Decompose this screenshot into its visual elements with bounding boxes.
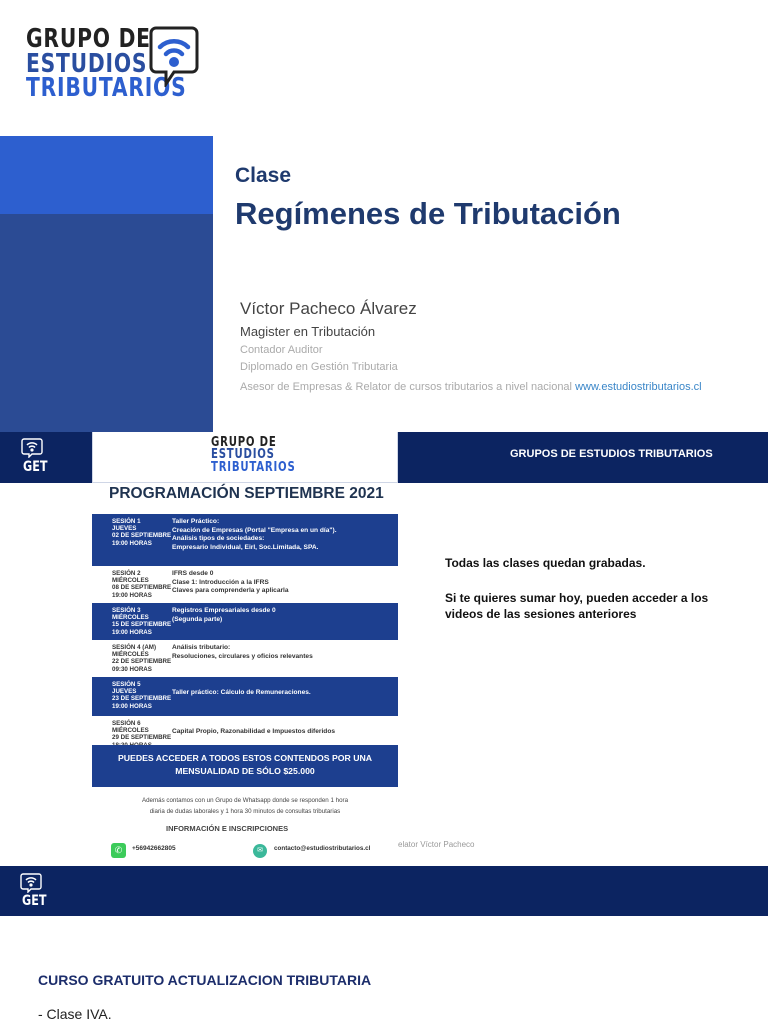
session-date-line: 19:00 HORAS xyxy=(112,702,152,710)
website-link[interactable]: www.estudiostributarios.cl xyxy=(575,381,702,393)
session-topic-line: (Segunda parte) xyxy=(172,615,223,623)
session-topic-line: Taller práctico: Cálculo de Remuneracion… xyxy=(172,689,311,696)
session-row: SESIÓN 4 (AM) MIÉRCOLES 22 DE SEPTIEMBRE 09… xyxy=(92,640,398,677)
session-topic-line: Empresario Individual, Eirl, Soc.Limitad… xyxy=(172,543,319,551)
session-topic: Análisis tributario: Resoluciones, circul… xyxy=(172,644,398,677)
session-row: SESIÓN 2 MIÉRCOLES 08 DE SEPTIEMBRE 19:00 H… xyxy=(92,566,398,603)
session-topic: IFRS desde 0 Clase 1: Introducción a la I… xyxy=(172,570,398,603)
schedule-poster: GRUPO DE ESTUDIOS TRIBUTARIOS PROGRAMACI… xyxy=(92,432,398,865)
session-date-line: SESIÓN 1 xyxy=(112,518,141,525)
info-title: INFORMACIÓN E INSCRIPCIONES xyxy=(166,824,289,833)
session-date-line: 23 DE SEPTIEMBRE xyxy=(112,695,172,703)
poster-info: Además contamos con un Grupo de Whatsapp… xyxy=(92,795,398,817)
session-date-line: 15 DE SEPTIEMBRE xyxy=(112,621,172,629)
session-date-line: JUEVES xyxy=(112,688,137,696)
poster-title: PROGRAMACIÓN SEPTIEMBRE 2021 xyxy=(109,485,384,502)
session-row: SESIÓN 6MIÉRCOLES29 DE SEPTIEMBRE18:30 H… xyxy=(92,716,398,749)
session-date: SESIÓN 5 JUEVES 23 DE SEPTIEMBRE 19:00 HORA… xyxy=(92,681,172,716)
session-date-line: SESIÓN 5 xyxy=(112,681,141,688)
session-topic: Taller Práctico: Creación de Empresas (P… xyxy=(172,518,398,566)
get-logo-text: GET xyxy=(23,459,48,475)
session-date-line: MIÉRCOLES xyxy=(112,727,149,735)
brand-logo: GRUPO DE ESTUDIOS TRIBUTARIOS xyxy=(26,26,206,122)
session-row: SESIÓN 5 JUEVES 23 DE SEPTIEMBRE 19:00 HORA… xyxy=(92,677,398,716)
session-topic-line: Claves para comprenderla y aplicarla xyxy=(172,587,289,594)
session-date-line: MIÉRCOLES xyxy=(112,577,149,585)
wifi-chat-icon xyxy=(20,873,42,893)
join-note: Si te quieres sumar hoy, pueden acceder … xyxy=(445,591,709,621)
session-topic: Registros Empresariales desde 0 (Segunda … xyxy=(172,607,398,640)
session-row: SESIÓN 3 MIÉRCOLES 15 DE SEPTIEMBRE 19:00 H… xyxy=(92,603,398,640)
banner-line2: MENSUALIDAD DE SÓLO $25.000 xyxy=(175,766,315,776)
session-topic: Taller práctico: Cálculo de Remuneracion… xyxy=(172,681,398,716)
author-title: Contador Auditor xyxy=(240,344,323,356)
accent-band-dark xyxy=(0,214,213,432)
author-bio: Asesor de Empresas & Relator de cursos t… xyxy=(240,381,702,393)
author-degree: Magister en Tributación xyxy=(240,324,376,339)
session-topic-line: Capital Propio, Razonabilidad e Impuesto… xyxy=(172,728,336,735)
session-topic-line: Taller Práctico: xyxy=(172,518,220,525)
slide3-header-bar: GET xyxy=(0,866,768,916)
info-line2: diaria de dudas laborales y 1 hora 30 mi… xyxy=(149,808,341,815)
info-line1: Además contamos con un Grupo de Whatsapp… xyxy=(141,797,349,804)
get-logo-block: GET xyxy=(0,432,92,483)
session-date-line: 19:00 HORAS xyxy=(112,539,152,547)
footer-text: elator Víctor Pacheco xyxy=(398,840,475,849)
poster-logo-line3: TRIBUTARIOS xyxy=(211,459,296,475)
author-name: Víctor Pacheco Álvarez xyxy=(240,299,417,318)
get-logo-text: GET xyxy=(22,893,47,909)
session-date-line: JUEVES xyxy=(112,525,137,533)
session-date-line: MIÉRCOLES xyxy=(112,614,149,622)
course-item: - Clase IVA. xyxy=(38,1006,112,1022)
course-heading: CURSO GRATUITO ACTUALIZACION TRIBUTARIA xyxy=(38,972,372,988)
session-date-line: 08 DE SEPTIEMBRE xyxy=(112,584,172,592)
session-date: SESIÓN 2 MIÉRCOLES 08 DE SEPTIEMBRE 19:00 H… xyxy=(92,570,172,603)
session-date: SESIÓN 3 MIÉRCOLES 15 DE SEPTIEMBRE 19:00 H… xyxy=(92,607,172,640)
session-topic-line: Registros Empresariales desde 0 xyxy=(172,607,276,614)
session-date: SESIÓN 6MIÉRCOLES29 DE SEPTIEMBRE18:30 H… xyxy=(92,720,172,749)
author-diploma: Diplomado en Gestión Tributaria xyxy=(240,361,398,373)
whatsapp-icon: ✆ xyxy=(111,843,126,858)
session-row: SESIÓN 1 JUEVES 02 DE SEPTIEMBRE 19:00 HORA… xyxy=(92,514,398,566)
session-topic: Capital Propio, Razonabilidad e Impuesto… xyxy=(172,720,398,745)
header-title: GRUPOS DE ESTUDIOS TRIBUTARIOS xyxy=(510,448,713,460)
session-topic-line: Resoluciones, circulares y oficios relev… xyxy=(172,652,313,660)
email-icon: ✉ xyxy=(253,844,267,858)
session-date: SESIÓN 1 JUEVES 02 DE SEPTIEMBRE 19:00 HORA… xyxy=(92,518,172,566)
session-topic-line: IFRS desde 0 xyxy=(172,570,214,577)
price-banner: PUEDES ACCEDER A TODOS ESTOS CONTENDOS P… xyxy=(92,745,398,787)
session-date: SESIÓN 4 (AM) MIÉRCOLES 22 DE SEPTIEMBRE 09… xyxy=(92,644,172,677)
session-date-line: 09:30 HORAS xyxy=(112,665,152,673)
recorded-note: Todas las clases quedan grabadas. xyxy=(445,556,646,570)
wifi-chat-icon xyxy=(21,438,43,458)
session-date-line: 29 DE SEPTIEMBRE xyxy=(112,734,172,742)
session-date-line: 22 DE SEPTIEMBRE xyxy=(112,658,172,666)
slide-label: Clase xyxy=(235,164,292,187)
session-date-line: 19:00 HORAS xyxy=(112,628,152,636)
phone-number[interactable]: +56942662805 xyxy=(132,845,176,852)
email-address[interactable]: contacto@estudiostributarios.cl xyxy=(274,845,370,852)
session-topic-line: Análisis tributario: xyxy=(172,644,231,651)
bio-text: Asesor de Empresas & Relator de cursos t… xyxy=(240,381,572,393)
accent-band xyxy=(0,136,213,214)
session-date-line: 19:00 HORAS xyxy=(112,591,152,599)
session-date-line: MIÉRCOLES xyxy=(112,651,149,659)
session-date-line: 02 DE SEPTIEMBRE xyxy=(112,532,172,540)
session-topic-line: Creación de Empresas (Portal "Empresa en… xyxy=(172,526,337,534)
banner-line1: PUEDES ACCEDER A TODOS ESTOS CONTENDOS P… xyxy=(117,753,373,763)
slide-title: Regímenes de Tributación xyxy=(235,196,621,231)
slide-header-bar: GRUPOS DE ESTUDIOS TRIBUTARIOS xyxy=(398,432,768,483)
wifi-chat-icon xyxy=(149,26,199,87)
session-topic-line: Clase 1: Introducción a la IFRS xyxy=(172,578,269,586)
session-topic-line: Análisis tipos de sociedades: xyxy=(172,535,265,542)
